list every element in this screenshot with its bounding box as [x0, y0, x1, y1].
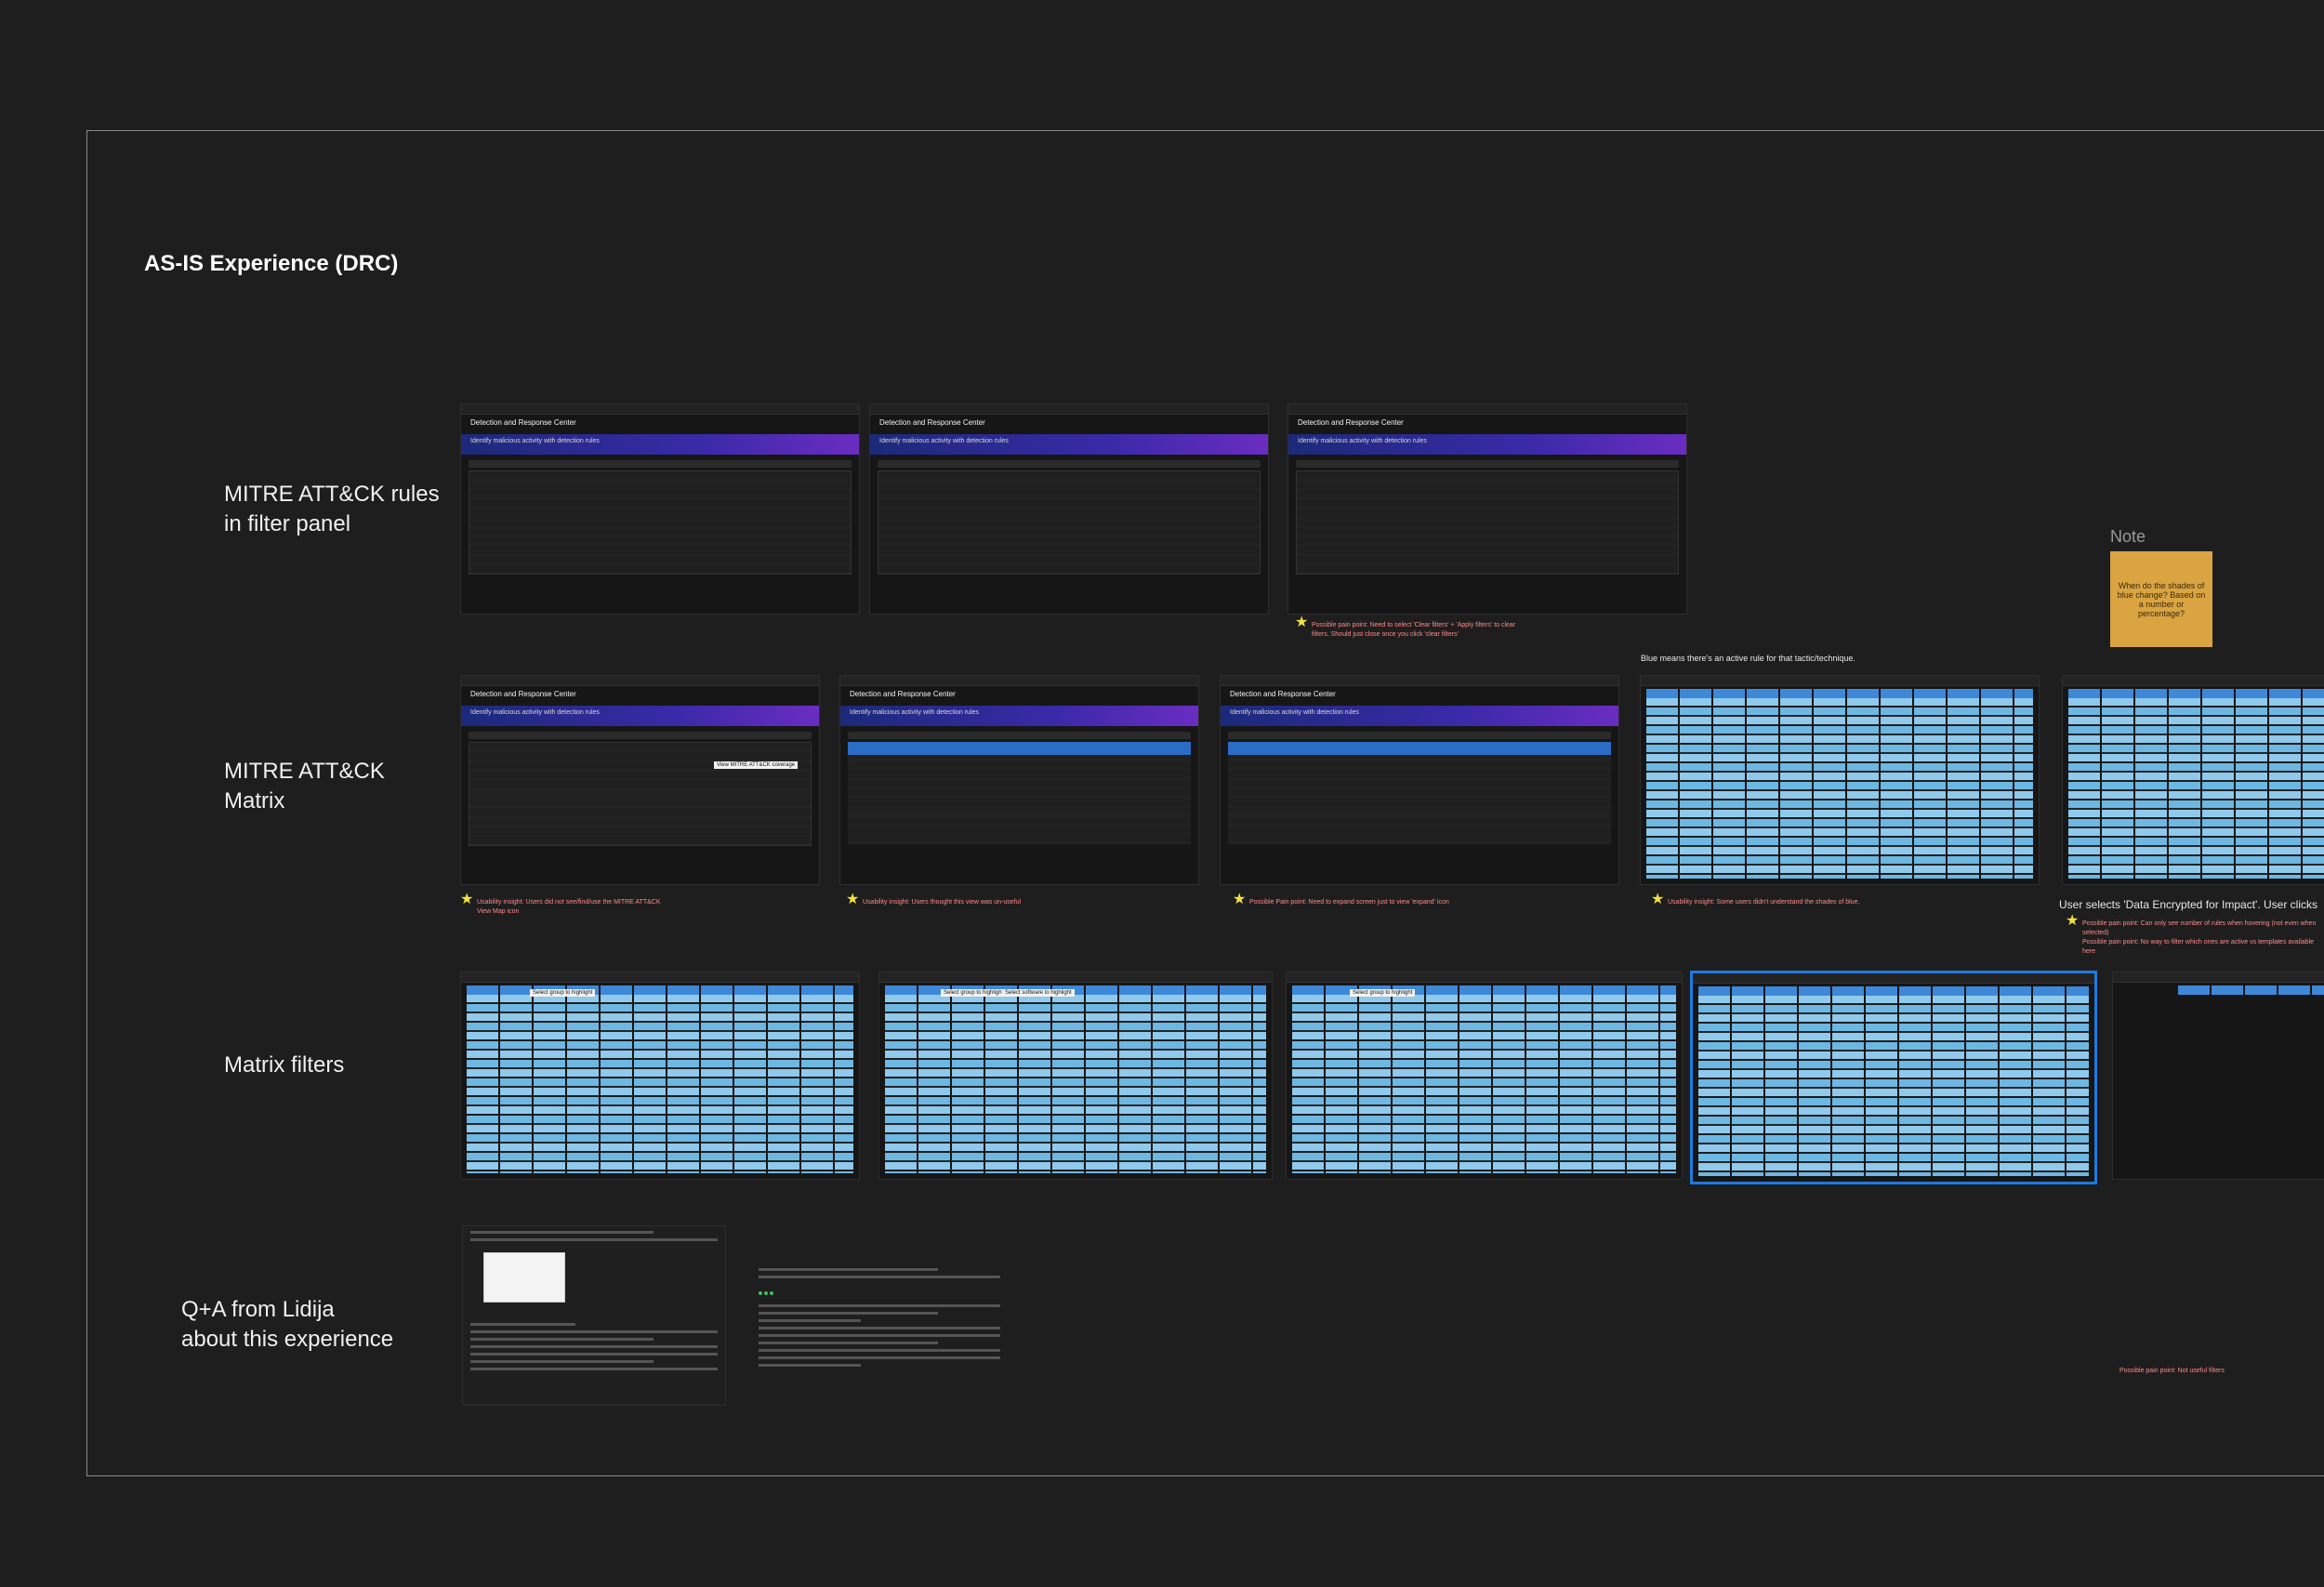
screenshot-matrix-1[interactable]: Detection and Response Center Identify m…: [460, 675, 820, 885]
usability-note-2: ★ Usability insight: Users thought this …: [846, 893, 1058, 907]
star-icon: ★: [1651, 892, 1665, 907]
select-software-popup[interactable]: Select software to highlight: [1002, 989, 1075, 997]
screenshot-filter-panel-2[interactable]: Detection and Response Center Identify m…: [869, 403, 1269, 615]
view-map-tooltip: View MITRE ATT&CK coverage: [714, 761, 799, 769]
app-title: Detection and Response Center: [850, 690, 956, 698]
screenshot-matrix-filter-3[interactable]: Select group to highlight: [1286, 972, 1683, 1180]
chat-screenshot-1[interactable]: [462, 1225, 726, 1406]
screenshot-matrix-2[interactable]: Detection and Response Center Identify m…: [839, 675, 1199, 885]
sticky-note[interactable]: When do the shades of blue change? Based…: [2110, 551, 2212, 647]
banner-text: Identify malicious activity with detecti…: [1298, 438, 1427, 444]
screenshot-matrix-filter-4-selected[interactable]: [1690, 971, 2097, 1184]
screenshot-filter-panel-1[interactable]: Detection and Response Center Identify m…: [460, 403, 860, 615]
row2-caption: Blue means there's an active rule for th…: [1641, 654, 1855, 663]
note-text: Possible pain point: No way to filter wh…: [2082, 939, 2315, 955]
screenshot-matrix-filter-1[interactable]: Select group to highlight: [460, 972, 860, 1180]
pain-point-text: Possible pain point: Need to select 'Cle…: [1312, 622, 1516, 638]
row-label-filter-panel: MITRE ATT&CK rules in filter panel: [224, 482, 440, 536]
row-label-qa: Q+A from Lidija about this experience: [181, 1297, 394, 1352]
row-label-matrix-filters: Matrix filters: [224, 1052, 345, 1078]
screenshot-matrix-filter-2[interactable]: Select group to highlight Select softwar…: [878, 972, 1273, 1180]
chat-screenshot-2[interactable]: [751, 1263, 1008, 1397]
banner-text: Identify malicious activity with detecti…: [470, 438, 600, 444]
note-text: Usability insight: Users did not see/fin…: [477, 899, 661, 915]
select-group-popup[interactable]: Select group to highlight: [1350, 989, 1416, 997]
sticky-note-label: Note: [2110, 527, 2146, 546]
app-title: Detection and Response Center: [470, 690, 576, 698]
app-title: Detection and Response Center: [1230, 690, 1336, 698]
screenshot-filter-panel-3[interactable]: Detection and Response Center Identify m…: [1287, 403, 1687, 615]
app-title: Detection and Response Center: [879, 418, 985, 427]
star-icon: ★: [460, 892, 474, 907]
star-icon: ★: [2066, 913, 2080, 929]
usability-note-1: ★ Usability insight: Users did not see/f…: [460, 893, 672, 917]
screenshot-matrix-5[interactable]: [2062, 675, 2324, 885]
usability-note-4: ★ Usability insight: Some users didn't u…: [1651, 893, 1909, 907]
screenshot-matrix-3[interactable]: Detection and Response Center Identify m…: [1220, 675, 1619, 885]
pain-point-not-useful-filters: Possible pain point: Not useful filters: [2119, 1368, 2225, 1374]
user-selects-text: User selects 'Data Encrypted for Impact'…: [2059, 898, 2317, 911]
banner-text: Identify malicious activity with detecti…: [1230, 709, 1359, 716]
note-text: Usability insight: Users thought this vi…: [863, 899, 1022, 906]
app-title: Detection and Response Center: [1298, 418, 1404, 427]
banner-text: Identify malicious activity with detecti…: [879, 438, 1009, 444]
note-text: Possible Pain point: Need to expand scre…: [1249, 899, 1449, 906]
star-icon: ★: [1295, 615, 1309, 630]
pain-point-note-row1: ★ Possible pain point: Need to select 'C…: [1295, 615, 1525, 640]
banner-text: Identify malicious activity with detecti…: [850, 709, 979, 716]
app-title: Detection and Response Center: [470, 418, 576, 427]
note-text: Possible pain point: Can only see number…: [2082, 920, 2317, 936]
board-title: AS-IS Experience (DRC): [144, 251, 399, 276]
select-group-popup[interactable]: Select group to highlight: [530, 989, 596, 997]
select-group-popup[interactable]: Select group to highlight: [941, 989, 1007, 997]
pain-point-note-row2: ★ Possible pain point: Can only see numb…: [2066, 914, 2324, 957]
banner-text: Identify malicious activity with detecti…: [470, 709, 600, 716]
row-label-matrix: MITRE ATT&CK Matrix: [224, 759, 385, 813]
screenshot-matrix-filter-5[interactable]: [2112, 972, 2324, 1180]
image-thumbnail: [483, 1252, 565, 1303]
note-text: Usability insight: Some users didn't und…: [1668, 899, 1860, 906]
screenshot-matrix-4[interactable]: [1640, 675, 2040, 885]
star-icon: ★: [1233, 892, 1247, 907]
star-icon: ★: [846, 892, 860, 907]
usability-note-3: ★ Possible Pain point: Need to expand sc…: [1233, 893, 1491, 907]
